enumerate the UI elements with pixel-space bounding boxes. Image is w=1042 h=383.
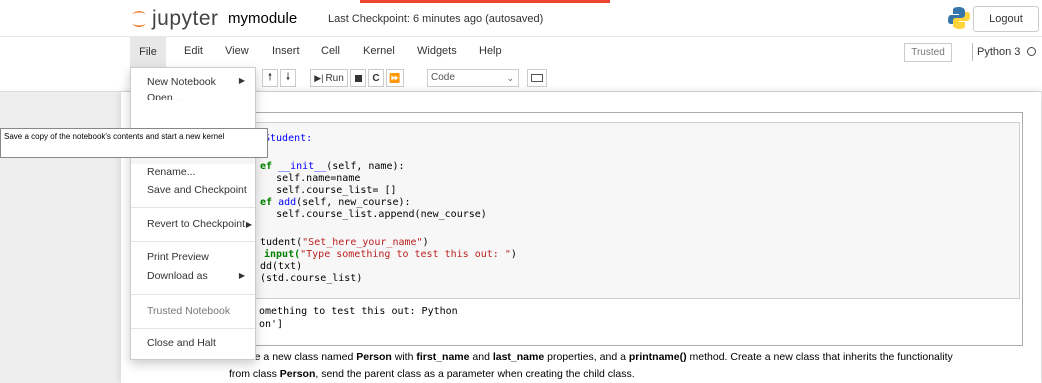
restart-icon: C bbox=[372, 72, 380, 84]
jupyter-logo[interactable]: jupyter bbox=[130, 6, 219, 32]
code-line: ef __init__(self, name): bbox=[260, 161, 405, 172]
submenu-arrow-icon: ▶ bbox=[245, 220, 252, 229]
markdown-line: Create a new class named Person with fir… bbox=[229, 351, 953, 363]
header: jupyter mymodule Last Checkpoint: 6 minu… bbox=[0, 0, 1042, 36]
cell-type-value: Code bbox=[431, 72, 455, 83]
menu-kernel[interactable]: Kernel bbox=[363, 45, 395, 57]
markdown-line: from class Person, send the parent class… bbox=[229, 368, 635, 380]
menu-item-close-halt[interactable]: Close and Halt bbox=[147, 337, 216, 349]
move-up-button[interactable]: 🠕 bbox=[262, 69, 278, 87]
notebook-name[interactable]: mymodule bbox=[228, 10, 297, 27]
keyboard-icon bbox=[531, 74, 543, 82]
file-menu-dropdown: New Notebook ▶ Open... Save as... Rename… bbox=[130, 67, 256, 360]
kernel-separator bbox=[972, 43, 973, 61]
cell-type-select[interactable]: Code ⌄ bbox=[427, 69, 519, 87]
arrow-down-icon: 🠗 bbox=[285, 71, 291, 83]
fast-forward-icon: ⏩ bbox=[389, 72, 401, 83]
tooltip: Save a copy of the notebook's contents a… bbox=[0, 128, 268, 158]
code-editor[interactable]: Student: ef __init__(self, name): self.n… bbox=[229, 122, 1020, 299]
top-accent-line bbox=[360, 0, 610, 3]
code-line: (std.course_list) bbox=[260, 273, 363, 284]
submenu-arrow-icon: ▶ bbox=[238, 76, 245, 85]
menu-item-print-preview[interactable]: Print Preview bbox=[147, 251, 209, 263]
stop-icon bbox=[354, 74, 362, 82]
code-line: self.course_list= [] bbox=[252, 185, 397, 196]
menu-widgets[interactable]: Widgets bbox=[417, 45, 457, 57]
logout-button[interactable]: Logout bbox=[973, 6, 1039, 32]
menu-divider bbox=[131, 241, 255, 242]
menu-insert[interactable]: Insert bbox=[272, 45, 300, 57]
logo-text: jupyter bbox=[152, 7, 219, 30]
run-label: Run bbox=[325, 72, 344, 84]
menu-edit[interactable]: Edit bbox=[184, 45, 203, 57]
command-palette-button[interactable] bbox=[527, 69, 547, 87]
kernel-idle-icon bbox=[1027, 47, 1036, 56]
python-logo-icon bbox=[948, 7, 970, 29]
code-line: input("Type something to test this out: … bbox=[264, 249, 517, 260]
arrow-up-icon: 🠕 bbox=[267, 71, 273, 83]
output-line: omething to test this out: Python bbox=[259, 306, 458, 317]
interrupt-button[interactable] bbox=[350, 69, 366, 87]
menu-item-download-as[interactable]: Download as bbox=[147, 270, 208, 282]
menu-divider bbox=[131, 328, 255, 329]
menu-item-save-checkpoint[interactable]: Save and Checkpoint bbox=[147, 184, 247, 196]
code-line: self.name=name bbox=[252, 173, 361, 184]
menu-item-rename[interactable]: Rename... bbox=[147, 166, 195, 178]
step-forward-icon: ▶| bbox=[314, 72, 324, 83]
menu-item-trusted-notebook[interactable]: Trusted Notebook bbox=[147, 305, 230, 317]
restart-button[interactable]: C bbox=[368, 69, 384, 87]
menu-item-new-notebook[interactable]: New Notebook bbox=[147, 76, 216, 88]
code-line: self.course_list.append(new_course) bbox=[252, 209, 487, 220]
menu-view[interactable]: View bbox=[225, 45, 249, 57]
menubar: File Edit View Insert Cell Kernel Widget… bbox=[0, 36, 1042, 68]
submenu-arrow-icon: ▶ bbox=[238, 271, 245, 280]
menu-cell[interactable]: Cell bbox=[321, 45, 340, 57]
restart-run-all-button[interactable]: ⏩ bbox=[386, 69, 404, 87]
menu-divider bbox=[131, 294, 255, 295]
code-line: ef add(self, new_course): bbox=[260, 197, 411, 208]
run-button[interactable]: ▶| Run bbox=[310, 69, 348, 87]
chevron-down-icon: ⌄ bbox=[506, 73, 514, 83]
menu-item-open[interactable]: Open... bbox=[147, 92, 181, 100]
kernel-name[interactable]: Python 3 bbox=[977, 46, 1020, 58]
menu-file[interactable]: File bbox=[130, 37, 166, 67]
move-down-button[interactable]: 🠗 bbox=[280, 69, 296, 87]
jupyter-logo-icon bbox=[132, 11, 146, 27]
output-line: on'] bbox=[259, 319, 284, 330]
menu-item-revert-checkpoint[interactable]: Revert to Checkpoint bbox=[147, 218, 245, 230]
checkpoint-status: Last Checkpoint: 6 minutes ago (autosave… bbox=[328, 13, 544, 25]
code-line: dd(txt) bbox=[260, 261, 303, 272]
trusted-indicator[interactable]: Trusted bbox=[904, 43, 952, 62]
code-line: Student: bbox=[264, 133, 313, 144]
menu-help[interactable]: Help bbox=[479, 45, 502, 57]
code-line: tudent("Set_here_your_name") bbox=[260, 237, 429, 248]
menu-divider bbox=[131, 207, 255, 208]
